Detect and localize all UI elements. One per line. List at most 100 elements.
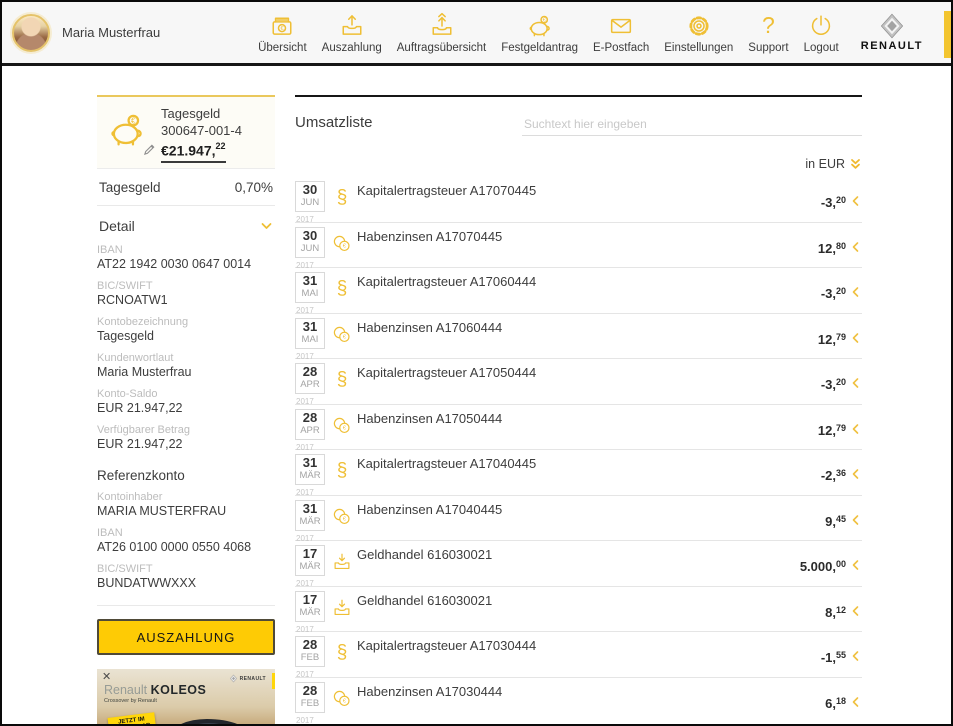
transaction-amount: -3,20 — [821, 377, 846, 392]
account-product: Tagesgeld — [161, 105, 242, 122]
ad-subtitle: Crossover by Renault — [104, 698, 157, 704]
nav-item-einstellungen[interactable]: Einstellungen — [664, 12, 733, 54]
yellow-accent-bar — [944, 11, 951, 58]
currency-sort-control[interactable]: in EUR — [805, 157, 862, 171]
paragraph-icon: § — [331, 369, 353, 391]
transaction-day: 28 — [296, 638, 324, 652]
search-input[interactable] — [522, 113, 862, 136]
transaction-row[interactable]: 17 MÄR 2017 § Geldhandel 616030021 5.000… — [295, 541, 862, 587]
money-trade-icon — [331, 597, 353, 619]
ad-leasing-badge: JETZT IM LEASING AB 1,55% FIX — [108, 712, 158, 726]
transaction-description: Kapitalertragsteuer A17040445 — [357, 456, 536, 471]
transaction-row[interactable]: 30 JUN 2017 § Habenzinsen A17070445 12,8… — [295, 223, 862, 269]
question-mark-icon: ? — [754, 12, 782, 40]
nav-item-auftragsuebersicht[interactable]: Auftragsübersicht — [397, 12, 487, 54]
power-icon — [807, 12, 835, 40]
detail-field: Kontobezeichnung Tagesgeld — [97, 315, 275, 344]
transaction-day: 30 — [296, 183, 324, 197]
transaction-row[interactable]: 17 MÄR 2017 § Geldhandel 616030021 8,12 — [295, 587, 862, 633]
field-label: Konto-Saldo — [97, 387, 275, 401]
transaction-row[interactable]: 31 MÄR 2017 § Habenzinsen A17040445 9,45 — [295, 496, 862, 542]
cash-drawer-icon — [268, 12, 296, 40]
paragraph-icon: § — [331, 460, 353, 482]
sidebar: Tagesgeld 300647-001-4 €21.947,22 Tagesg… — [97, 95, 275, 726]
chevron-left-icon — [849, 649, 862, 663]
field-label: Kundenwortlaut — [97, 351, 275, 365]
nav-item-auszahlung[interactable]: Auszahlung — [322, 12, 382, 54]
transaction-amount: -1,55 — [821, 650, 846, 665]
transaction-month: MAI — [296, 288, 324, 299]
transaction-row[interactable]: 31 MAI 2017 § Kapitalertragsteuer A17060… — [295, 268, 862, 314]
paragraph-icon: § — [331, 278, 353, 300]
transaction-day: 31 — [296, 320, 324, 334]
top-divider — [295, 95, 862, 97]
piggy-bank-icon — [526, 12, 554, 40]
transaction-date: 17 MÄR — [295, 545, 325, 576]
user-avatar[interactable] — [12, 14, 50, 52]
coins-icon — [331, 415, 353, 437]
chevron-left-icon — [849, 467, 862, 481]
currency-label: in EUR — [805, 157, 845, 171]
nav-item-logout[interactable]: Logout — [804, 12, 839, 54]
main-content: Umsatzliste in EUR 30 JUN 2017 § Kap — [295, 95, 862, 97]
nav-label: Logout — [804, 42, 839, 54]
payout-button[interactable]: AUSZAHLUNG — [97, 619, 275, 655]
transaction-row[interactable]: 28 APR 2017 § Habenzinsen A17050444 12,7… — [295, 405, 862, 451]
nav-label: Auszahlung — [322, 42, 382, 54]
ad-renault-logo: RENAULT — [229, 674, 266, 683]
transaction-date: 28 FEB — [295, 682, 325, 713]
koleos-ad-banner[interactable]: ✕ Renault KOLEOS Crossover by Renault RE… — [97, 669, 275, 726]
transaction-description: Habenzinsen A17070445 — [357, 229, 502, 244]
transaction-date: 17 MÄR — [295, 591, 325, 622]
field-label: IBAN — [97, 243, 275, 257]
transaction-row[interactable]: 28 APR 2017 § Kapitalertragsteuer A17050… — [295, 359, 862, 405]
detail-field: Verfügbarer Betrag EUR 21.947,22 — [97, 423, 275, 452]
brand-text: RENAULT — [861, 40, 923, 52]
renault-bank-app: Maria Musterfrau Übersicht Auszahlung Au… — [0, 0, 953, 726]
rate-label: Tagesgeld — [99, 180, 161, 195]
transaction-day: 17 — [296, 547, 324, 561]
gear-icon — [685, 12, 713, 40]
transaction-amount: 12,80 — [818, 241, 846, 256]
ad-title: Renault KOLEOS — [104, 684, 206, 697]
transaction-date: 28 FEB — [295, 636, 325, 667]
chevron-left-icon — [849, 285, 862, 299]
coins-icon — [331, 324, 353, 346]
reference-field: BIC/SWIFT BUNDATWWXXX — [97, 562, 275, 591]
transaction-description: Habenzinsen A17040445 — [357, 502, 502, 517]
account-card[interactable]: Tagesgeld 300647-001-4 €21.947,22 — [97, 95, 275, 169]
transaction-row[interactable]: 31 MÄR 2017 § Kapitalertragsteuer A17040… — [295, 450, 862, 496]
transaction-row[interactable]: 31 MAI 2017 § Habenzinsen A17060444 12,7… — [295, 314, 862, 360]
nav-label: Festgeldantrag — [501, 42, 578, 54]
main-nav: Übersicht Auszahlung Auftragsübersicht F… — [243, 12, 839, 54]
transaction-month: MÄR — [296, 470, 324, 481]
field-value: AT26 0100 0000 0550 4068 — [97, 540, 275, 555]
detail-section-toggle[interactable]: Detail — [97, 206, 275, 236]
nav-item-support[interactable]: ? Support — [748, 12, 788, 54]
edit-pencil-icon[interactable] — [143, 143, 156, 156]
paragraph-icon: § — [331, 642, 353, 664]
header: Maria Musterfrau Übersicht Auszahlung Au… — [2, 2, 951, 66]
renault-diamond-icon — [877, 13, 907, 39]
transaction-row[interactable]: 30 JUN 2017 § Kapitalertragsteuer A17070… — [295, 177, 862, 223]
transaction-day: 28 — [296, 365, 324, 379]
nav-label: Einstellungen — [664, 42, 733, 54]
nav-item-uebersicht[interactable]: Übersicht — [258, 12, 307, 54]
transaction-list: 30 JUN 2017 § Kapitalertragsteuer A17070… — [295, 177, 862, 723]
nav-item-epostfach[interactable]: E-Postfach — [593, 12, 649, 54]
field-value: Tagesgeld — [97, 329, 275, 344]
transaction-amount: 8,12 — [825, 605, 846, 620]
detail-field: Konto-Saldo EUR 21.947,22 — [97, 387, 275, 416]
nav-label: E-Postfach — [593, 42, 649, 54]
nav-item-festgeldantrag[interactable]: Festgeldantrag — [501, 12, 578, 54]
chevron-left-icon — [849, 604, 862, 618]
transaction-date: 30 JUN — [295, 227, 325, 258]
close-icon[interactable]: ✕ — [102, 672, 111, 683]
transaction-row[interactable]: 28 FEB 2017 § Habenzinsen A17030444 6,18 — [295, 678, 862, 724]
transaction-day: 17 — [296, 593, 324, 607]
transaction-amount: -3,20 — [821, 195, 846, 210]
transaction-date: 30 JUN — [295, 181, 325, 212]
transaction-day: 31 — [296, 502, 324, 516]
transaction-row[interactable]: 28 FEB 2017 § Kapitalertragsteuer A17030… — [295, 632, 862, 678]
transaction-day: 31 — [296, 456, 324, 470]
